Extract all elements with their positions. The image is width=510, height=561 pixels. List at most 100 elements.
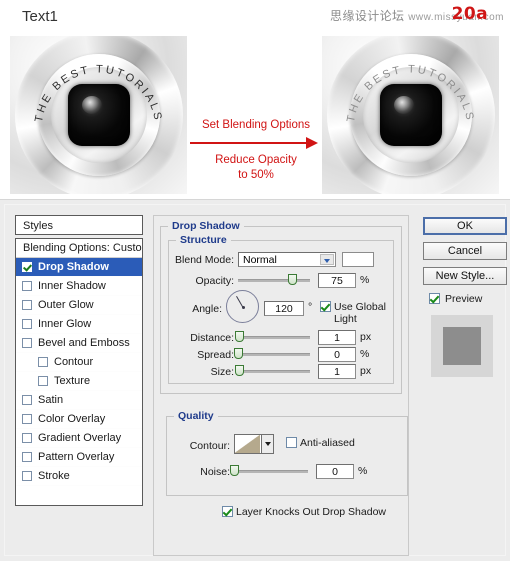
- distance-slider-thumb[interactable]: [234, 331, 244, 342]
- style-list-item[interactable]: Inner Shadow: [16, 277, 142, 296]
- spread-unit: %: [360, 348, 370, 360]
- svg-text:THE BEST TUTORIALS: THE BEST TUTORIALS: [345, 63, 476, 123]
- opacity-input[interactable]: 75: [318, 273, 356, 288]
- distance-label: Distance:: [190, 332, 234, 344]
- checkbox-icon[interactable]: [22, 433, 32, 443]
- checkbox-icon[interactable]: [22, 338, 32, 348]
- spread-slider[interactable]: [234, 348, 310, 360]
- spread-input[interactable]: 0: [318, 347, 356, 362]
- style-list-item[interactable]: Color Overlay: [16, 410, 142, 429]
- noise-input[interactable]: 0: [316, 464, 354, 479]
- angle-input[interactable]: 120: [264, 301, 304, 316]
- style-list-item-label: Inner Shadow: [38, 279, 106, 292]
- noise-label: Noise:: [200, 466, 230, 478]
- degree-symbol: °: [308, 301, 313, 313]
- style-list-item[interactable]: Satin: [16, 391, 142, 410]
- chevron-down-icon[interactable]: [320, 254, 334, 265]
- drop-shadow-group-label: Drop Shadow: [168, 220, 244, 232]
- preview-thumbnail: [431, 315, 493, 377]
- anti-aliased-label: Anti-aliased: [300, 437, 355, 449]
- checkbox-checked-icon[interactable]: [22, 262, 32, 272]
- use-global-light-label: Use Global Light: [334, 301, 386, 325]
- checkbox-icon[interactable]: [22, 300, 32, 310]
- size-slider-thumb[interactable]: [234, 365, 244, 376]
- layer-knocks-out-label: Layer Knocks Out Drop Shadow: [236, 506, 386, 518]
- distance-input[interactable]: 1: [318, 330, 356, 345]
- contour-preset-picker[interactable]: [234, 434, 274, 454]
- style-list-item-label: Outer Glow: [38, 298, 94, 311]
- distance-slider[interactable]: [234, 331, 310, 343]
- style-list-item-label: Texture: [54, 374, 91, 387]
- spread-label: Spread:: [197, 349, 234, 361]
- style-list-item[interactable]: Gradient Overlay: [16, 429, 142, 448]
- dialog-inner-frame: Styles Blending Options: Custom Drop Shad…: [4, 204, 507, 556]
- opacity-slider[interactable]: [238, 274, 310, 286]
- style-list-item[interactable]: Outer Glow: [16, 296, 142, 315]
- style-list-item-label: Pattern Overlay: [38, 450, 115, 463]
- new-style-button[interactable]: New Style...: [423, 267, 507, 285]
- contour-label: Contour:: [189, 440, 230, 452]
- before-after-image-strip: THE BEST TUTORIALS THE BEST TUTORIALS Se…: [0, 32, 510, 197]
- checkbox-icon[interactable]: [22, 452, 32, 462]
- style-list-item-label: Satin: [38, 393, 64, 406]
- annotation-line-3: to 50%: [238, 169, 274, 181]
- size-input[interactable]: 1: [318, 364, 356, 379]
- checkbox-icon[interactable]: [22, 319, 32, 329]
- style-list-item[interactable]: Inner Glow: [16, 315, 142, 334]
- watermark-forum-name: 思缘设计论坛: [330, 9, 405, 23]
- contour-dropdown-arrow-icon[interactable]: [261, 435, 273, 453]
- blend-mode-select[interactable]: Normal: [238, 252, 336, 267]
- opacity-label: Opacity:: [195, 275, 234, 287]
- drop-shadow-settings-panel: Drop Shadow Structure Blend Mode: Normal…: [153, 215, 409, 556]
- angle-label: Angle:: [192, 303, 222, 315]
- structure-group-label: Structure: [176, 234, 231, 246]
- checkbox-icon[interactable]: [38, 376, 48, 386]
- preview-checkbox[interactable]: [429, 293, 440, 304]
- size-unit: px: [360, 365, 372, 377]
- lens-arc-text-after: THE BEST TUTORIALS: [345, 63, 476, 123]
- blend-mode-value: Normal: [243, 254, 277, 266]
- angle-dial[interactable]: [226, 290, 259, 323]
- spread-slider-thumb[interactable]: [234, 348, 243, 359]
- checkbox-icon[interactable]: [22, 281, 32, 291]
- angle-dial-center: [241, 305, 245, 309]
- arc-text-after-label: THE BEST TUTORIALS: [345, 63, 474, 123]
- contour-curve-icon: [235, 435, 260, 453]
- style-list-item[interactable]: Blending Options: Custom: [16, 239, 142, 258]
- checkbox-icon[interactable]: [22, 471, 32, 481]
- anti-aliased-checkbox[interactable]: [286, 437, 297, 448]
- watermark: 思缘设计论坛 www.missyuan.com 20a: [330, 4, 504, 24]
- checkbox-icon[interactable]: [22, 414, 32, 424]
- size-slider[interactable]: [234, 365, 310, 377]
- ok-button[interactable]: OK: [423, 217, 507, 235]
- preview-label: Preview: [445, 293, 483, 305]
- style-list-item[interactable]: Pattern Overlay: [16, 448, 142, 467]
- shadow-color-swatch[interactable]: [342, 252, 374, 267]
- camera-lens-image-before: THE BEST TUTORIALS: [10, 36, 187, 194]
- cancel-button[interactable]: Cancel: [423, 242, 507, 260]
- noise-slider-thumb[interactable]: [230, 465, 239, 476]
- style-list-item-label: Contour: [54, 355, 94, 368]
- styles-list[interactable]: Blending Options: Custom Drop Shadow Inner…: [15, 238, 143, 506]
- lens-arc-text-before: THE BEST TUTORIALS: [33, 63, 162, 123]
- layer-knocks-out-checkbox[interactable]: [222, 506, 233, 517]
- style-list-item-label: Stroke: [38, 469, 70, 482]
- page-title: Text1: [22, 8, 58, 25]
- style-list-item[interactable]: Bevel and Emboss: [16, 334, 142, 353]
- opacity-slider-thumb[interactable]: [288, 274, 297, 285]
- checkbox-icon[interactable]: [38, 357, 48, 367]
- style-list-item[interactable]: Drop Shadow: [16, 258, 142, 277]
- style-list-item[interactable]: Stroke: [16, 467, 142, 486]
- annotation-callout: Set Blending Options Reduce Opacity to 5…: [188, 118, 324, 183]
- camera-lens-image-after: THE BEST TUTORIALS: [322, 36, 499, 194]
- checkbox-icon[interactable]: [22, 395, 32, 405]
- style-list-item[interactable]: Texture: [16, 372, 142, 391]
- style-list-item[interactable]: Contour: [16, 353, 142, 372]
- dialog-buttons-panel: OK Cancel New Style... Preview: [423, 217, 507, 377]
- drop-shadow-group: Drop Shadow Structure Blend Mode: Normal…: [160, 220, 408, 518]
- noise-slider[interactable]: [230, 465, 308, 477]
- structure-group: Structure Blend Mode: Normal Opacity: 75…: [168, 234, 394, 384]
- use-global-light-checkbox[interactable]: [320, 301, 331, 312]
- blend-mode-label: Blend Mode:: [175, 254, 234, 266]
- style-list-item-label: Gradient Overlay: [38, 431, 122, 444]
